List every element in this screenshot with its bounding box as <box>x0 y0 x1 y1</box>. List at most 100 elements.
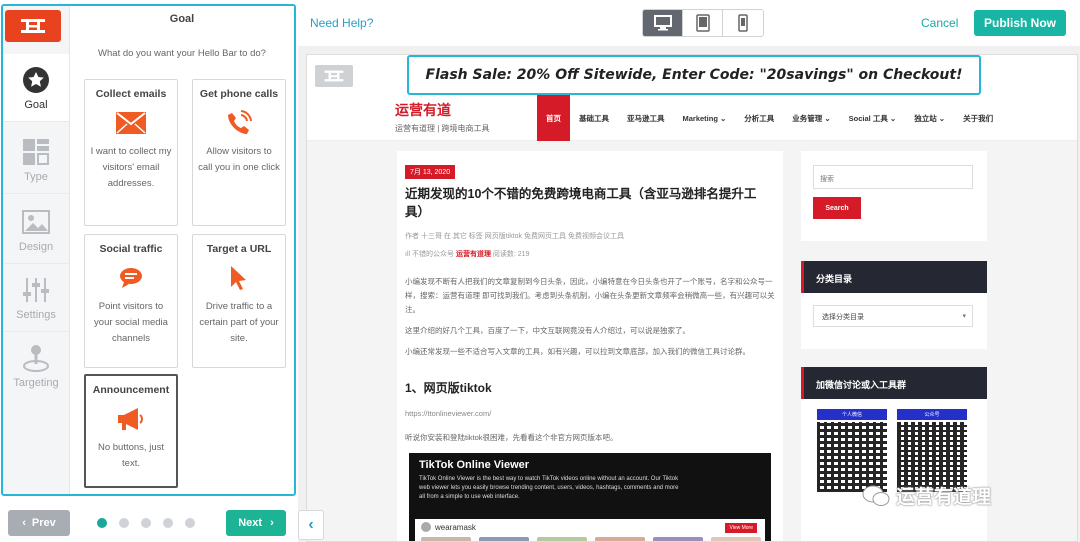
nav-item-type[interactable]: Type <box>3 126 69 194</box>
goal-card-target-url[interactable]: Target a URL Drive traffic to a certain … <box>192 234 286 368</box>
article: 7月 13, 2020 近期发现的10个不错的免费跨境电商工具（含亚马逊排名提升… <box>397 151 783 541</box>
brand-name: 运营有道 <box>395 102 451 118</box>
article-stats: ıll 不错的公众号 运营有道理 阅读数: 219 <box>405 249 529 259</box>
cancel-button[interactable]: Cancel <box>921 16 958 30</box>
prev-button[interactable]: ‹ Prev <box>8 510 70 536</box>
video-thumb[interactable] <box>479 537 529 541</box>
video-thumb[interactable] <box>711 537 761 541</box>
nav-item-design[interactable]: Design <box>3 196 69 264</box>
watermark: 运营有道理 <box>862 482 991 509</box>
chevron-left-icon: ‹ <box>308 516 314 533</box>
card-title: Collect emails <box>95 88 167 100</box>
hellobar-announcement[interactable]: Flash Sale: 20% Off Sitewide, Enter Code… <box>407 55 981 95</box>
hellobar-logo[interactable] <box>5 10 61 42</box>
megaphone-icon <box>91 404 171 434</box>
goal-card-social-traffic[interactable]: Social traffic Point visitors to your so… <box>84 234 178 368</box>
goal-panel-frame: Goal Type Design Settings Targeting Goal… <box>1 4 296 496</box>
card-desc: I want to collect my visitors' email add… <box>90 146 172 189</box>
menu-item[interactable]: Social 工具 ⌄ <box>840 95 906 141</box>
menu-item[interactable]: 基础工具 <box>570 95 618 141</box>
pager-dot[interactable] <box>97 518 107 528</box>
category-select[interactable]: 选择分类目录 ▾ <box>813 305 973 327</box>
card-title: Announcement <box>92 384 170 396</box>
goal-card-collect-emails[interactable]: Collect emails I want to collect my visi… <box>84 79 178 226</box>
qr-label: 个人微信 <box>817 409 887 420</box>
card-desc: Allow visitors to call you in one click <box>198 146 280 173</box>
menu-item[interactable]: 关于我们 <box>954 95 1002 141</box>
desktop-view-button[interactable] <box>643 10 683 36</box>
video-thumb[interactable] <box>421 537 471 541</box>
need-help-link[interactable]: Need Help? <box>310 16 373 30</box>
nav-item-targeting[interactable]: Targeting <box>3 332 69 400</box>
prev-label: Prev <box>31 517 56 529</box>
menu-item[interactable]: 亚马逊工具 <box>618 95 674 141</box>
video-thumb[interactable] <box>595 537 645 541</box>
card-desc: Drive traffic to a certain part of your … <box>199 301 279 344</box>
pager-dot[interactable] <box>119 518 129 528</box>
article-paragraph: 这里介绍的好几个工具，百度了一下，中文互联网竟没有人介绍过，可以说是独家了。 <box>405 326 690 335</box>
search-button[interactable]: Search <box>813 197 861 219</box>
nav-label: Type <box>24 170 48 183</box>
nav-label: Settings <box>16 308 56 321</box>
tiktok-title: TikTok Online Viewer <box>419 459 530 471</box>
site-header: 运营有道 运营有道理 | 跨境电商工具 首页 基础工具 亚马逊工具 Market… <box>307 95 1077 141</box>
pager-dot[interactable] <box>141 518 151 528</box>
nav-item-settings[interactable]: Settings <box>3 264 69 332</box>
qr-label: 公众号 <box>897 409 967 420</box>
mobile-view-button[interactable] <box>723 10 763 36</box>
watermark-text: 运营有道理 <box>896 487 992 508</box>
article-link[interactable]: https://ttonlineviewer.com/ <box>405 409 491 418</box>
card-desc: No buttons, just text. <box>97 442 164 469</box>
tiktok-view-button[interactable]: View More <box>725 523 757 533</box>
nav-label: Targeting <box>13 377 59 389</box>
goal-content: Goal What do you want your Hello Bar to … <box>70 6 294 494</box>
hellobar-preview-logo <box>315 65 353 87</box>
pager-dot[interactable] <box>185 518 195 528</box>
publish-now-button[interactable]: Publish Now <box>974 10 1066 36</box>
nav-item-goal[interactable]: Goal <box>3 54 69 122</box>
menu-item[interactable]: 分析工具 <box>735 95 783 141</box>
article-paragraph: 小编还常发现一些不适合写入文章的工具，如有兴趣，可以拉到文章底部，加入我们的微信… <box>405 347 750 356</box>
site-brand[interactable]: 运营有道 运营有道理 | 跨境电商工具 <box>395 100 490 134</box>
brand-subtitle: 运营有道理 | 跨境电商工具 <box>395 124 490 133</box>
site-menu: 首页 基础工具 亚马逊工具 Marketing ⌄ 分析工具 业务管理 ⌄ So… <box>537 95 1002 141</box>
article-paragraph: 小编发现不断有人把我们的文章复制到今日头条，因此，小编特意在今日头条也开了一个账… <box>405 277 775 314</box>
chevron-down-icon: ▾ <box>962 313 966 320</box>
tiktok-user: wearamask <box>421 522 476 532</box>
wechat-widget-title: 加微信讨论或入工具群 <box>801 367 987 399</box>
stats-highlight[interactable]: 运营有道理 <box>456 251 491 258</box>
goal-card-announcement[interactable]: Announcement No buttons, just text. <box>84 374 178 488</box>
qr-personal: 个人微信 <box>817 409 887 492</box>
left-panel: Goal Type Design Settings Targeting Goal… <box>0 0 298 542</box>
pager-dot[interactable] <box>163 518 173 528</box>
category-widget: 选择分类目录 ▾ <box>801 293 987 349</box>
menu-item[interactable]: 独立站 ⌄ <box>905 95 954 141</box>
hellobar-text[interactable]: Flash Sale: 20% Off Sitewide, Enter Code… <box>426 67 963 83</box>
stats-prefix: ıll 不错的公众号 <box>405 251 456 258</box>
panel-title: Goal <box>169 13 195 25</box>
search-input[interactable]: 搜索 <box>813 165 973 189</box>
menu-item[interactable]: Marketing ⌄ <box>674 95 736 141</box>
layout-icon <box>21 137 51 167</box>
chevron-left-icon: ‹ <box>22 517 26 529</box>
pager-bar: ‹ Prev Next › <box>0 500 298 542</box>
tablet-view-button[interactable] <box>683 10 723 36</box>
menu-item[interactable]: 首页 <box>537 95 570 141</box>
menu-item[interactable]: 业务管理 ⌄ <box>783 95 839 141</box>
video-thumb[interactable] <box>537 537 587 541</box>
pager-dots <box>97 518 195 528</box>
chat-icon <box>90 263 172 293</box>
goal-card-phone-calls[interactable]: Get phone calls Allow visitors to call y… <box>192 79 286 226</box>
next-button[interactable]: Next › <box>226 510 286 536</box>
article-title[interactable]: 近期发现的10个不错的免费跨境电商工具（含亚马逊排名提升工具） <box>405 185 775 221</box>
nav-label: Design <box>18 240 54 253</box>
tiktok-profile: wearamask View More <box>415 519 765 541</box>
video-thumb[interactable] <box>653 537 703 541</box>
article-paragraph: 听说你安装和登陆tiktok很困难，先看看这个非官方网页版本吧。 <box>405 433 618 442</box>
category-widget-title: 分类目录 <box>801 261 987 293</box>
hellobar-editor: Goal Type Design Settings Targeting Goal… <box>0 0 1080 542</box>
card-title: Social traffic <box>99 243 163 255</box>
tiktok-desc: TikTok Online Viewer is the best way to … <box>419 476 679 500</box>
collapse-panel-button[interactable]: ‹ <box>298 510 324 540</box>
wechat-widget: 个人微信 公众号 <box>801 399 987 541</box>
